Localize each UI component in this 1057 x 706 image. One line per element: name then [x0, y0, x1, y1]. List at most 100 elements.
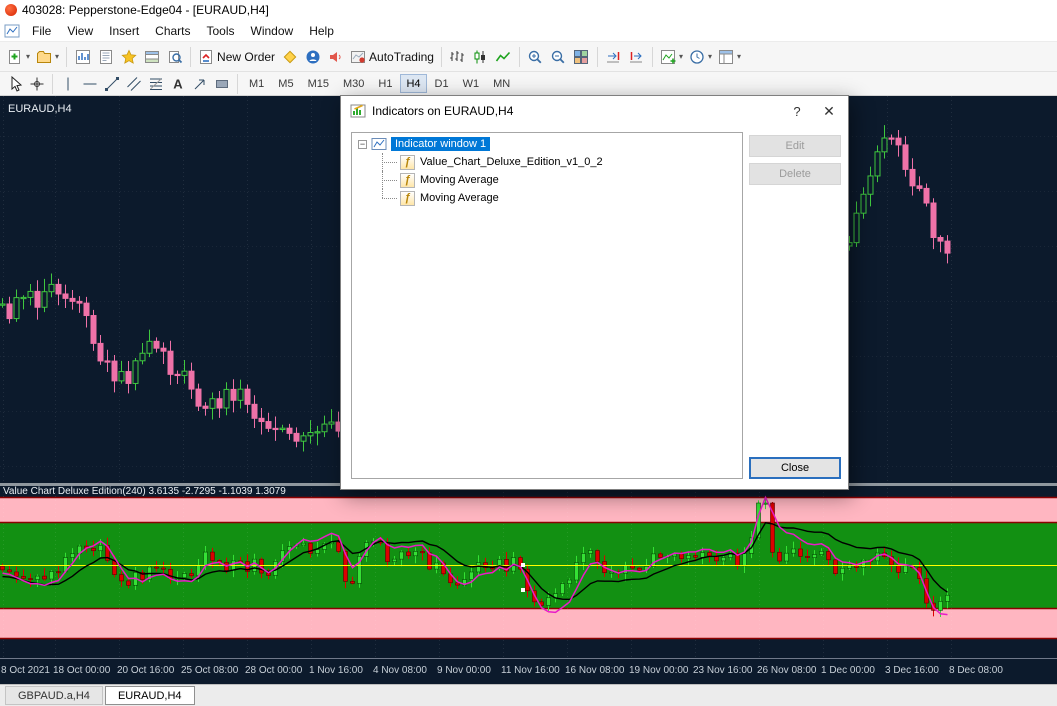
tab-gbpaud[interactable]: GBPAUD.a,H4 [5, 686, 103, 705]
function-icon: ƒ [400, 154, 415, 170]
profiles-icon [37, 50, 52, 63]
bar-chart-style-button[interactable] [446, 45, 469, 69]
menu-window[interactable]: Window [243, 22, 302, 40]
templates-icon [719, 49, 734, 64]
menu-file[interactable]: File [24, 22, 59, 40]
menu-view[interactable]: View [59, 22, 101, 40]
line-chart-style-icon [496, 51, 511, 61]
separator [237, 73, 238, 94]
horizontal-line-tool-button[interactable] [79, 74, 101, 94]
vertical-line-tool-button[interactable] [57, 74, 79, 94]
close-icon[interactable]: ✕ [816, 100, 842, 122]
new-order-button[interactable]: New Order [195, 45, 278, 69]
crosshair-icon [30, 77, 44, 90]
axis-label: 1 Nov 16:00 [309, 665, 363, 676]
terminal-button[interactable] [140, 45, 163, 69]
axis-label: 11 Nov 16:00 [501, 665, 560, 676]
tile-windows-icon [574, 49, 589, 64]
new-order-label: New Order [217, 49, 276, 64]
separator [66, 46, 68, 67]
arrow-tool-button[interactable] [189, 74, 211, 94]
time-axis[interactable]: 8 Oct 2021 18 Oct 00:00 20 Oct 16:00 25 … [0, 658, 1057, 684]
tree-item-indicator-window[interactable]: − Indicator window 1 [352, 135, 742, 153]
metaeditor-button[interactable] [278, 45, 301, 69]
menu-bar: File View Insert Charts Tools Window Hel… [0, 20, 1057, 42]
tree-root-label: Indicator window 1 [391, 137, 491, 151]
indicator-panel-label: Value Chart Deluxe Edition(240) 3.6135 -… [3, 486, 286, 497]
axis-label: 28 Oct 00:00 [245, 665, 303, 676]
indicators-button[interactable]: ▾ [657, 45, 686, 69]
periods-button[interactable]: ▾ [686, 45, 715, 69]
candlestick-style-button[interactable] [469, 45, 492, 69]
tree-expander-icon[interactable]: − [358, 139, 367, 149]
menu-tools[interactable]: Tools [199, 22, 243, 40]
edit-button[interactable]: Edit [749, 135, 841, 157]
separator [190, 46, 192, 67]
title-bar[interactable]: 403028: Pepperstone-Edge04 - [EURAUD,H4] [0, 0, 1057, 20]
crosshair-tool-button[interactable] [26, 74, 48, 94]
menu-help[interactable]: Help [301, 22, 342, 40]
fibonacci-tool-button[interactable] [145, 74, 167, 94]
axis-label: 9 Nov 00:00 [437, 665, 491, 676]
indicators-dialog-icon [350, 104, 366, 118]
timeframe-w1[interactable]: W1 [457, 74, 486, 93]
new-chart-icon [9, 49, 20, 64]
dropdown-caret-icon: ▾ [55, 51, 60, 61]
tile-windows-button[interactable] [570, 45, 593, 69]
zoom-in-button[interactable] [524, 45, 547, 69]
timeframe-d1[interactable]: D1 [429, 74, 455, 93]
chart-shift-icon [630, 51, 643, 62]
timeframe-m30[interactable]: M30 [337, 74, 370, 93]
standard-toolbar: ▾ ▾ New Order AutoTrading ▾ ▾ ▾ [0, 42, 1057, 72]
candlestick-style-icon [474, 50, 486, 63]
timeframe-h1[interactable]: H1 [372, 74, 398, 93]
timeframe-mn[interactable]: MN [487, 74, 516, 93]
cursor-tool-button[interactable] [4, 74, 26, 94]
menu-charts[interactable]: Charts [147, 22, 198, 40]
timeframe-m5[interactable]: M5 [272, 74, 299, 93]
community-button[interactable] [301, 45, 324, 69]
chart-window-icon [4, 24, 20, 37]
templates-button[interactable]: ▾ [715, 45, 744, 69]
cursor-icon [11, 75, 23, 92]
market-icon [329, 51, 341, 62]
line-chart-style-button[interactable] [492, 45, 515, 69]
dialog-title-bar[interactable]: Indicators on EURAUD,H4 ? ✕ [341, 96, 848, 126]
navigator-icon [120, 49, 137, 64]
navigator-button[interactable] [117, 45, 140, 69]
tab-euraud[interactable]: EURAUD,H4 [104, 686, 195, 705]
profiles-button[interactable]: ▾ [33, 45, 62, 69]
dropdown-caret-icon: ▾ [26, 51, 31, 61]
new-chart-button[interactable]: ▾ [4, 45, 33, 69]
axis-label: 8 Dec 08:00 [949, 665, 1003, 676]
autotrading-button[interactable]: AutoTrading [347, 45, 437, 69]
tree-item-moving-average-1[interactable]: ƒ Moving Average [352, 171, 742, 189]
auto-scroll-button[interactable] [602, 45, 625, 69]
text-tool-button[interactable]: A [167, 74, 189, 94]
indicator-tree: − Indicator window 1 ƒ Value_Chart_Delux… [351, 132, 743, 479]
timeframe-h4[interactable]: H4 [400, 74, 427, 93]
data-window-button[interactable] [94, 45, 117, 69]
text-tool-icon: A [173, 76, 183, 91]
zoom-out-button[interactable] [547, 45, 570, 69]
tree-item-value-chart[interactable]: ƒ Value_Chart_Deluxe_Edition_v1_0_2 [352, 153, 742, 171]
trendline-tool-button[interactable] [101, 74, 123, 94]
market-watch-button[interactable] [71, 45, 94, 69]
close-button[interactable]: Close [749, 457, 841, 479]
strategy-tester-button[interactable] [163, 45, 186, 69]
timeframe-m15[interactable]: M15 [302, 74, 335, 93]
channel-tool-button[interactable] [123, 74, 145, 94]
shapes-tool-button[interactable] [211, 74, 233, 94]
delete-button[interactable]: Delete [749, 163, 841, 185]
help-button[interactable]: ? [784, 100, 810, 122]
menu-insert[interactable]: Insert [101, 22, 147, 40]
indicators-icon [660, 49, 676, 64]
tree-item-label: Moving Average [420, 192, 499, 204]
chart-shift-button[interactable] [625, 45, 648, 69]
axis-label: 19 Nov 00:00 [629, 665, 689, 676]
timeframe-m1[interactable]: M1 [243, 74, 270, 93]
zoom-out-icon [552, 50, 565, 63]
tree-item-moving-average-2[interactable]: ƒ Moving Average [352, 189, 742, 207]
app-icon [5, 4, 17, 16]
market-button[interactable] [324, 45, 347, 69]
